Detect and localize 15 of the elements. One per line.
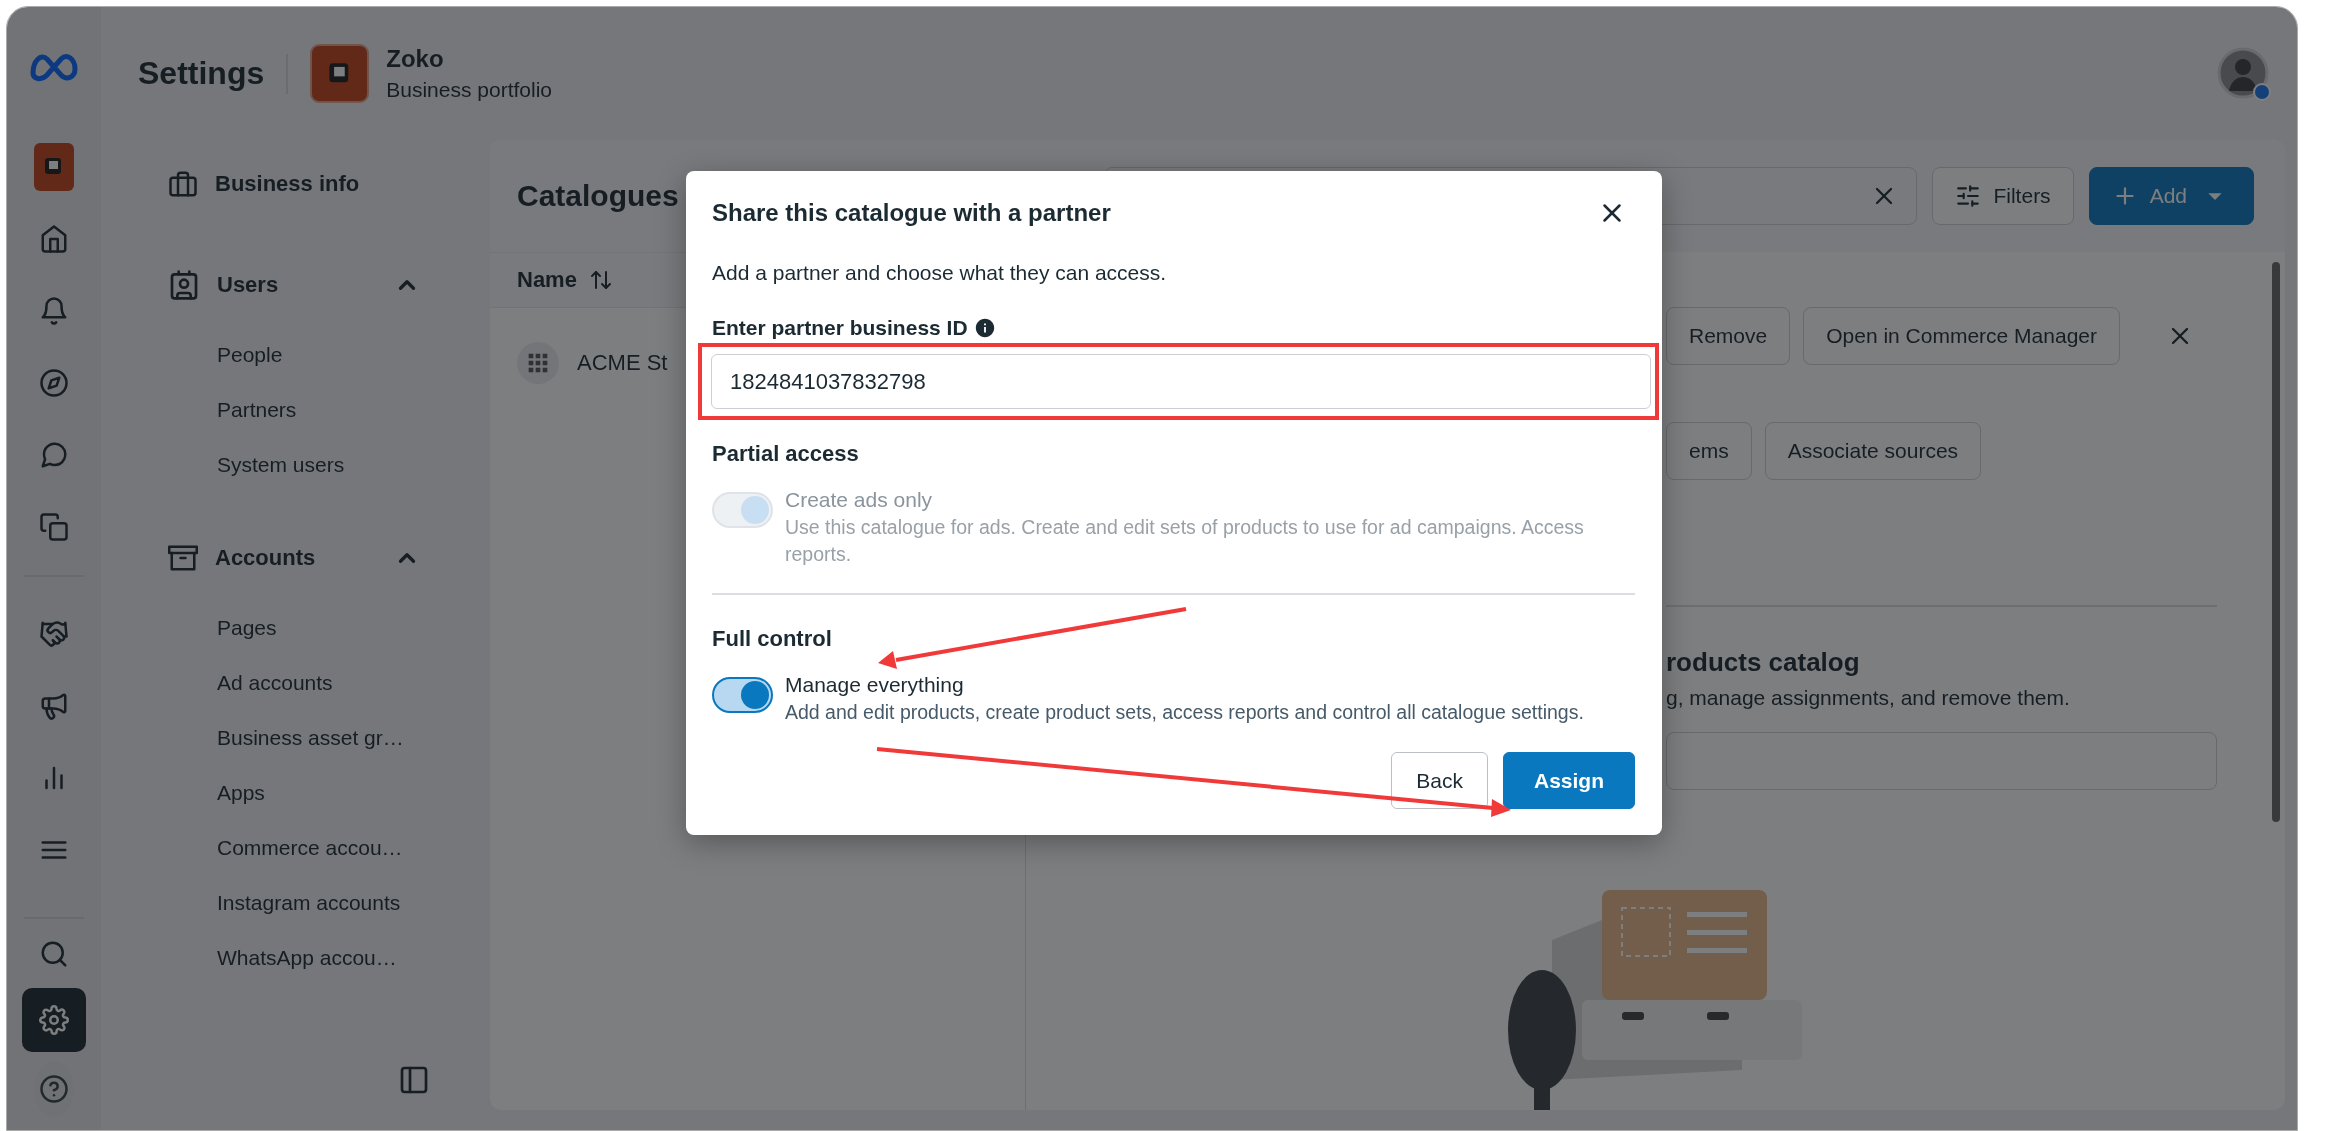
option-description: Use this catalogue for ads. Create and edit sets of products to use for ad campaigns. Access reports. <box>785 515 1585 567</box>
section-heading: roducts catalog <box>1666 647 1861 678</box>
option-description: Add and edit products, create product sets, access reports and control all catalogue settings. <box>785 700 1584 725</box>
dialog-title: Share this catalogue with a partner <box>712 199 1111 227</box>
portfolio-subtitle: Business portfolio <box>386 76 552 103</box>
option-label: Manage everything <box>785 672 965 698</box>
dialog-subtitle: Add a partner and choose what they can access. <box>712 260 1168 286</box>
option-label: Create ads only <box>785 487 934 513</box>
group-heading: Full control <box>712 625 833 653</box>
section-description: g, manage assignments, and remove them. <box>1666 686 2071 710</box>
field-label: Enter partner business ID <box>712 315 968 341</box>
page-title: Settings <box>138 55 265 92</box>
group-heading: Partial access <box>712 440 860 468</box>
panel-title: Catalogues <box>517 179 679 213</box>
portfolio-name: Zoko <box>386 43 445 74</box>
